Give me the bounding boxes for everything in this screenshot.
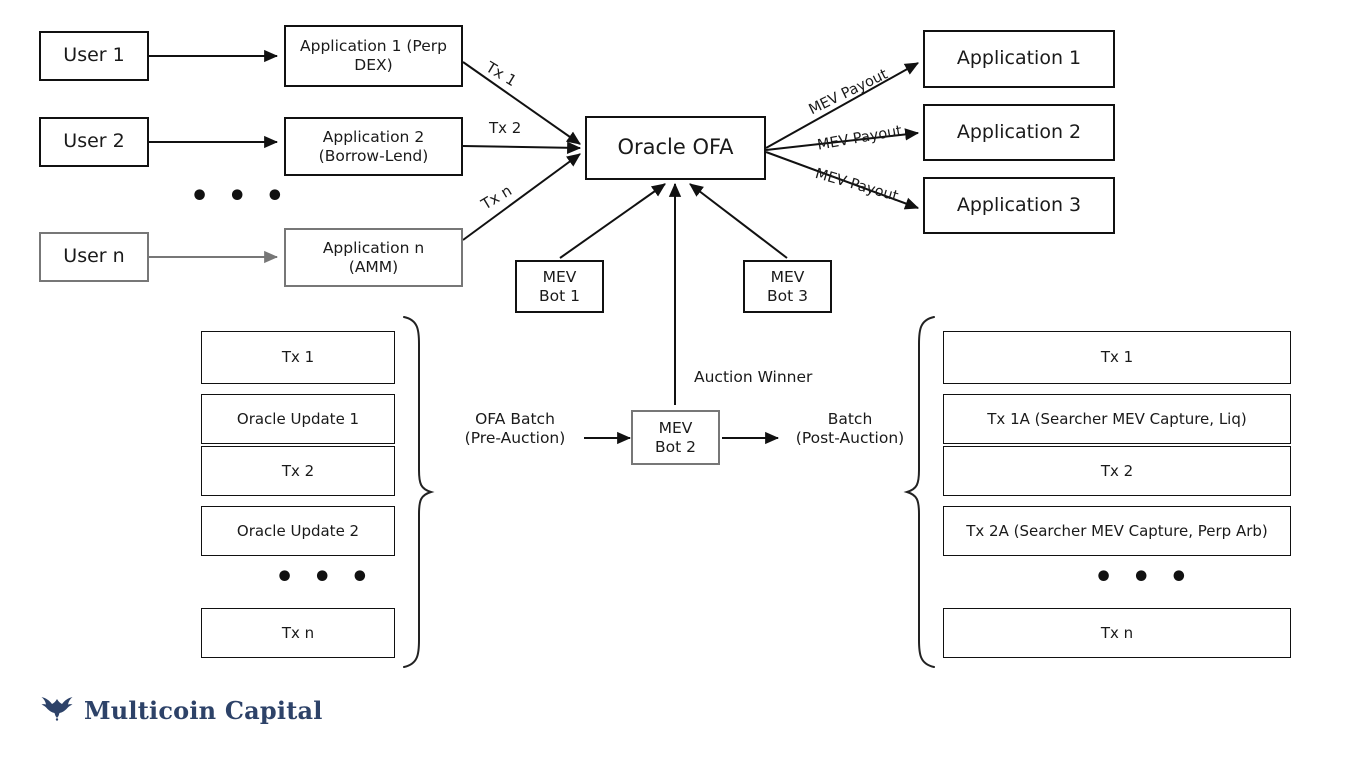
node-oracle-ofa-hub[interactable]: Oracle OFA — [585, 116, 766, 180]
label-batch-post-auction: Batch (Post-Auction) — [795, 410, 905, 448]
node-user-1[interactable]: User 1 — [39, 31, 149, 81]
node-user-2[interactable]: User 2 — [39, 117, 149, 167]
pre-auction-ellipsis: • • • — [275, 560, 374, 595]
brace-post-auction — [903, 316, 935, 668]
node-target-application-1[interactable]: Application 1 — [923, 30, 1115, 88]
edge-label-tx-2: Tx 2 — [489, 119, 522, 137]
users-ellipsis: • • • — [190, 179, 289, 214]
eagle-icon — [40, 694, 74, 726]
footer-logo: Multicoin Capital — [40, 694, 323, 726]
post-auction-item-tx-1[interactable]: Tx 1 — [943, 331, 1291, 384]
pre-auction-item-oracle-update-1[interactable]: Oracle Update 1 — [201, 394, 395, 444]
brace-pre-auction — [403, 316, 435, 668]
label-ofa-batch-pre-auction: OFA Batch (Pre-Auction) — [464, 410, 566, 448]
node-source-application-n[interactable]: Application n (AMM) — [284, 228, 463, 287]
post-auction-item-tx-2a[interactable]: Tx 2A (Searcher MEV Capture, Perp Arb) — [943, 506, 1291, 556]
node-mev-bot-2[interactable]: MEV Bot 2 — [631, 410, 720, 465]
eagle-icon-svg — [41, 697, 73, 721]
pre-auction-item-tx-1[interactable]: Tx 1 — [201, 331, 395, 384]
edge-label-auction-winner: Auction Winner — [694, 368, 813, 386]
edge-label-mev-payout-1: MEV Payout — [806, 66, 891, 119]
edge-label-mev-payout-3: MEV Payout — [813, 165, 900, 205]
node-target-application-2[interactable]: Application 2 — [923, 104, 1115, 161]
edge-label-tx-1: Tx 1 — [482, 58, 520, 91]
pre-auction-item-tx-n[interactable]: Tx n — [201, 608, 395, 658]
edge-label-mev-payout-2: MEV Payout — [816, 123, 904, 154]
pre-auction-item-tx-2[interactable]: Tx 2 — [201, 446, 395, 496]
node-source-application-2[interactable]: Application 2 (Borrow-Lend) — [284, 117, 463, 176]
post-auction-item-tx-1a[interactable]: Tx 1A (Searcher MEV Capture, Liq) — [943, 394, 1291, 444]
edge-bot1-hub — [559, 183, 666, 259]
node-mev-bot-3[interactable]: MEV Bot 3 — [743, 260, 832, 313]
node-source-application-1[interactable]: Application 1 (Perp DEX) — [284, 25, 463, 87]
post-auction-ellipsis: • • • — [1094, 560, 1193, 595]
post-auction-item-tx-2[interactable]: Tx 2 — [943, 446, 1291, 496]
pre-auction-item-oracle-update-2[interactable]: Oracle Update 2 — [201, 506, 395, 556]
post-auction-item-tx-n[interactable]: Tx n — [943, 608, 1291, 658]
edge-app1-hub — [462, 61, 581, 145]
node-mev-bot-1[interactable]: MEV Bot 1 — [515, 260, 604, 313]
edge-bot3-hub — [689, 183, 788, 259]
node-user-n[interactable]: User n — [39, 232, 149, 282]
edge-app2-hub — [462, 141, 582, 154]
brand-name: Multicoin Capital — [84, 695, 323, 725]
node-target-application-3[interactable]: Application 3 — [923, 177, 1115, 234]
edge-label-tx-n: Tx n — [478, 181, 515, 214]
diagram-canvas: User 1 User 2 User n • • • Application 1… — [0, 0, 1345, 765]
